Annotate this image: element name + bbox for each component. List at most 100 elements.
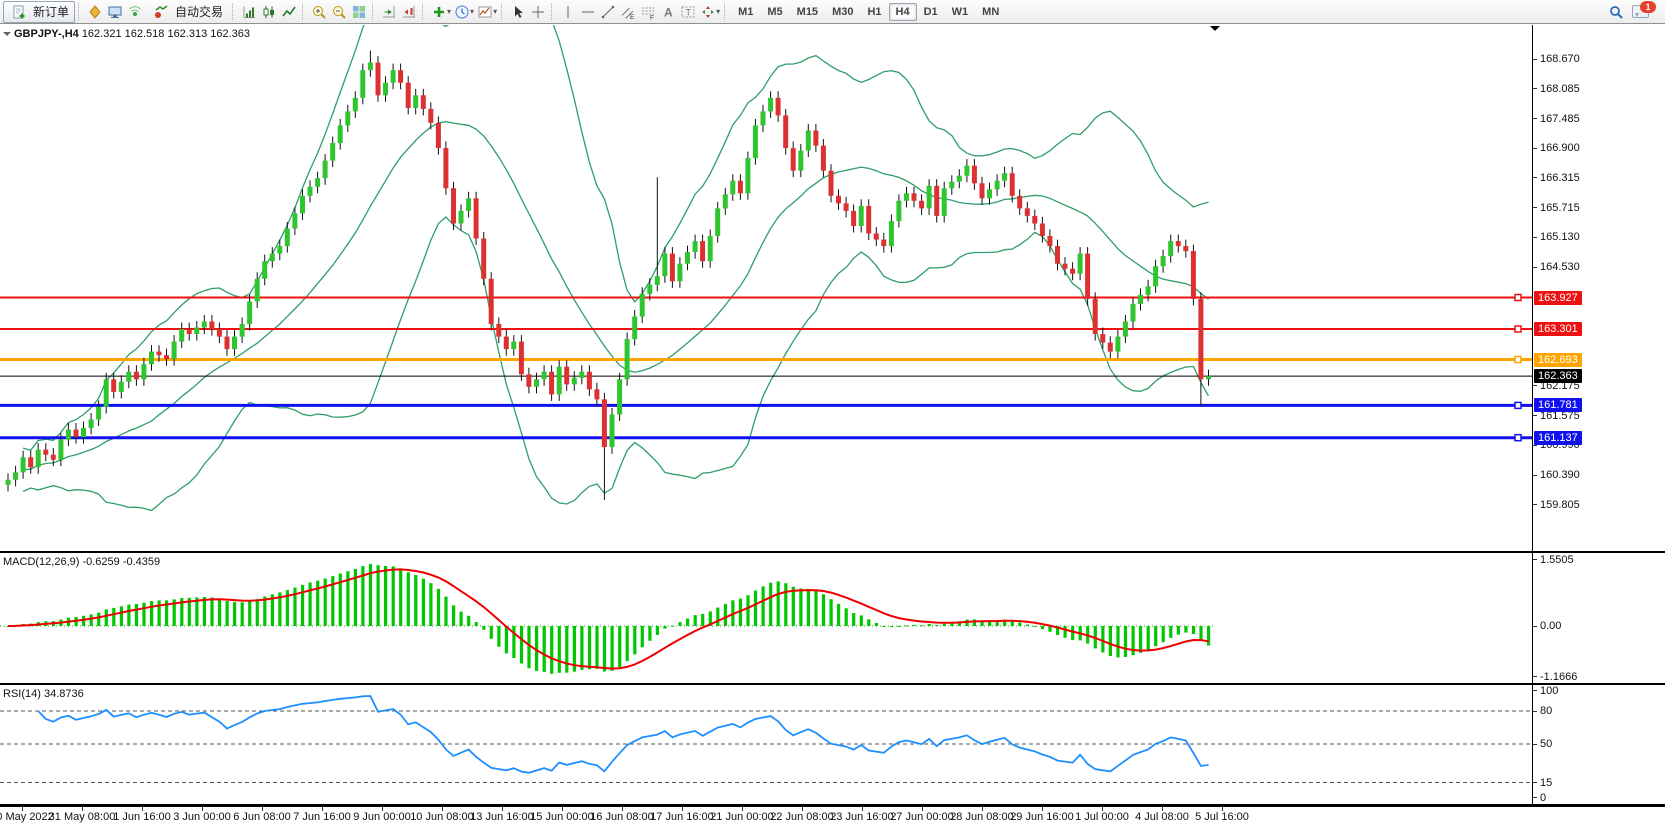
indicators-icon[interactable] [429, 2, 449, 22]
text-icon[interactable]: A [658, 2, 678, 22]
price-tick: 159.805 [1533, 498, 1580, 511]
time-axis[interactable]: 30 May 202231 May 08:001 Jun 16:003 Jun … [0, 806, 1665, 826]
timeframe-m15-button[interactable]: M15 [790, 3, 825, 21]
mt4-window: 新订单 自动交易 ▾ ▾ ▾ E F A T ▾ M1M5M15M30H1H4D1W1MN 1 GBP… [0, 0, 1665, 826]
metaeditor-icon[interactable] [85, 2, 105, 22]
toolbar-separator [232, 3, 236, 20]
chart-shift-marker[interactable] [1210, 26, 1220, 36]
toolbar-separator [78, 3, 82, 20]
fibonacci-icon[interactable]: F [638, 2, 658, 22]
search-icon[interactable] [1606, 2, 1626, 22]
timeframe-h1-button[interactable]: H1 [860, 3, 888, 21]
ohlc-values-label: 162.321 162.518 162.313 162.363 [82, 28, 250, 40]
rsi-tick: 80 [1533, 705, 1552, 718]
svg-text:T: T [686, 7, 692, 17]
notification-badge: 1 [1640, 1, 1656, 13]
toolbar-separator [501, 3, 505, 20]
cursor-icon[interactable] [508, 2, 528, 22]
autotrading-icon [151, 2, 171, 22]
text-label-icon[interactable]: T [678, 2, 698, 22]
zoom-out-icon[interactable] [329, 2, 349, 22]
price-chart-canvas[interactable] [0, 25, 1532, 551]
horizontal-line-icon[interactable] [578, 2, 598, 22]
timeframe-w1-button[interactable]: W1 [945, 3, 976, 21]
hline-price-label[interactable]: 161.137 [1534, 431, 1582, 445]
macd-tick: -1.1666 [1533, 670, 1577, 683]
svg-text:F: F [650, 14, 654, 20]
macd-tick: 0.00 [1533, 620, 1561, 633]
rsi-panel[interactable]: RSI(14) 34.8736 [0, 685, 1532, 804]
rsi-tick: 15 [1533, 776, 1552, 789]
chart-window: GBPJPY-,H4 162.321 162.518 162.313 162.3… [0, 25, 1665, 826]
macd-panel[interactable]: MACD(12,26,9) -0.6259 -0.4359 [0, 553, 1532, 683]
toolbar-separator [724, 3, 728, 20]
auto-scroll-icon[interactable] [379, 2, 399, 22]
tile-windows-icon[interactable] [349, 2, 369, 22]
signals-icon[interactable] [125, 2, 145, 22]
toolbar-separator [422, 3, 426, 20]
dropdown-caret-icon[interactable]: ▾ [716, 7, 720, 16]
dropdown-caret-icon[interactable]: ▾ [447, 7, 451, 16]
price-tick: 168.670 [1533, 53, 1580, 66]
autotrading-button-label: 自动交易 [175, 3, 223, 20]
toolbar-right-group: 1 [1606, 2, 1662, 22]
price-tick: 165.715 [1533, 201, 1580, 214]
price-tick: 166.900 [1533, 142, 1580, 155]
new-order-button[interactable]: 新订单 [3, 1, 75, 23]
candlestick-chart-icon[interactable] [259, 2, 279, 22]
chevron-down-icon[interactable] [3, 32, 11, 40]
periods-icon[interactable] [452, 2, 472, 22]
dropdown-caret-icon[interactable]: ▾ [470, 7, 474, 16]
bar-chart-icon[interactable] [239, 2, 259, 22]
notifications-button[interactable]: 1 [1632, 2, 1654, 22]
rsi-tick: 0 [1533, 791, 1546, 804]
zoom-in-icon[interactable] [309, 2, 329, 22]
rsi-tick: 50 [1533, 738, 1552, 751]
chart-ohlc-label: GBPJPY-,H4 162.321 162.518 162.313 162.3… [3, 28, 250, 40]
macd-canvas[interactable] [0, 553, 1532, 683]
hline-price-label[interactable]: 161.781 [1534, 398, 1582, 412]
hline-price-label[interactable]: 162.693 [1534, 353, 1582, 367]
terminal-icon[interactable] [105, 2, 125, 22]
symbol-period-label: GBPJPY-,H4 [14, 28, 79, 40]
price-tick: 164.530 [1533, 261, 1580, 274]
toolbar-separator [302, 3, 306, 20]
chart-shift-icon[interactable] [399, 2, 419, 22]
timeframe-m5-button[interactable]: M5 [760, 3, 789, 21]
current-price-label: 162.363 [1534, 369, 1582, 383]
macd-label: MACD(12,26,9) -0.6259 -0.4359 [3, 556, 160, 568]
price-tick: 168.085 [1533, 82, 1580, 95]
time-label: 5 Jul 16:00 [1182, 811, 1262, 823]
line-chart-icon[interactable] [279, 2, 299, 22]
price-tick: 166.315 [1533, 171, 1580, 184]
templates-icon[interactable] [475, 2, 495, 22]
timeframe-m1-button[interactable]: M1 [731, 3, 760, 21]
price-tick: 160.390 [1533, 469, 1580, 482]
new-order-button-label: 新订单 [33, 3, 69, 20]
rsi-tick: 100 [1533, 685, 1558, 697]
macd-axis[interactable]: 1.5505 0.00 -1.1666 [1533, 553, 1665, 683]
arrows-icon[interactable] [698, 2, 718, 22]
svg-text:A: A [664, 5, 673, 19]
timeframe-h4-button[interactable]: H4 [889, 3, 917, 21]
dropdown-caret-icon[interactable]: ▾ [493, 7, 497, 16]
hline-price-label[interactable]: 163.301 [1534, 322, 1582, 336]
toolbar: 新订单 自动交易 ▾ ▾ ▾ E F A T ▾ M1M5M15M30H1H4D1W1MN 1 [0, 0, 1665, 24]
macd-tick: 1.5505 [1533, 553, 1574, 566]
price-tick: 165.130 [1533, 231, 1580, 244]
autotrading-button[interactable]: 自动交易 [145, 1, 229, 23]
trendline-icon[interactable] [598, 2, 618, 22]
new-order-icon [9, 2, 29, 22]
crosshair-icon[interactable] [528, 2, 548, 22]
rsi-label: RSI(14) 34.8736 [3, 688, 84, 700]
timeframe-m30-button[interactable]: M30 [825, 3, 860, 21]
timeframe-mn-button[interactable]: MN [975, 3, 1006, 21]
vertical-line-icon[interactable] [558, 2, 578, 22]
price-chart-panel[interactable]: GBPJPY-,H4 162.321 162.518 162.313 162.3… [0, 25, 1532, 551]
timeframe-d1-button[interactable]: D1 [917, 3, 945, 21]
rsi-canvas[interactable] [0, 685, 1532, 804]
price-axis[interactable]: 168.670168.085167.485166.900166.315165.7… [1533, 25, 1665, 551]
hline-price-label[interactable]: 163.927 [1534, 291, 1582, 305]
equidistant-channel-icon[interactable]: E [618, 2, 638, 22]
rsi-axis[interactable]: 100 80 50 15 0 [1533, 685, 1665, 804]
